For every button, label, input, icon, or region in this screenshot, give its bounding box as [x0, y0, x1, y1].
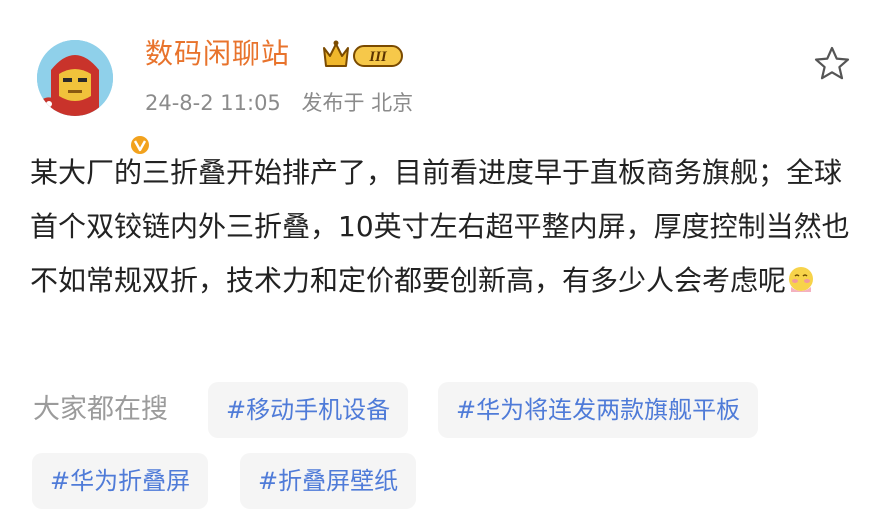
- star-outline-icon[interactable]: [812, 44, 852, 84]
- post-date: 24-8-2 11:05: [145, 91, 281, 115]
- blushing-emoji-icon: [789, 267, 814, 292]
- username[interactable]: 数码闲聊站: [145, 36, 290, 72]
- search-tag-huawei-foldable[interactable]: #华为折叠屏: [32, 453, 209, 509]
- level-badge-text: III: [368, 49, 388, 65]
- avatar[interactable]: [37, 40, 151, 156]
- ironman-avatar-image: [37, 40, 113, 116]
- post-text: 某大厂的三折叠开始排产了，目前看进度早于直板商务旗舰；全球首个双铰链内外三折叠，…: [30, 156, 850, 297]
- search-tag-foldable-wallpaper[interactable]: #折叠屏壁纸: [240, 453, 417, 509]
- search-tag-mobile-devices[interactable]: #移动手机设备: [208, 382, 409, 438]
- post-meta: 24-8-2 11:05 发布于 北京: [145, 88, 427, 118]
- post-location: 发布于 北京: [301, 91, 414, 115]
- crown-level-icon: III: [323, 40, 403, 67]
- trending-search-label: 大家都在搜: [33, 394, 168, 425]
- search-tag-huawei-tablets[interactable]: #华为将连发两款旗舰平板: [438, 382, 759, 438]
- post-content: 某大厂的三折叠开始排产了，目前看进度早于直板商务旗舰；全球首个双铰链内外三折叠，…: [30, 146, 850, 308]
